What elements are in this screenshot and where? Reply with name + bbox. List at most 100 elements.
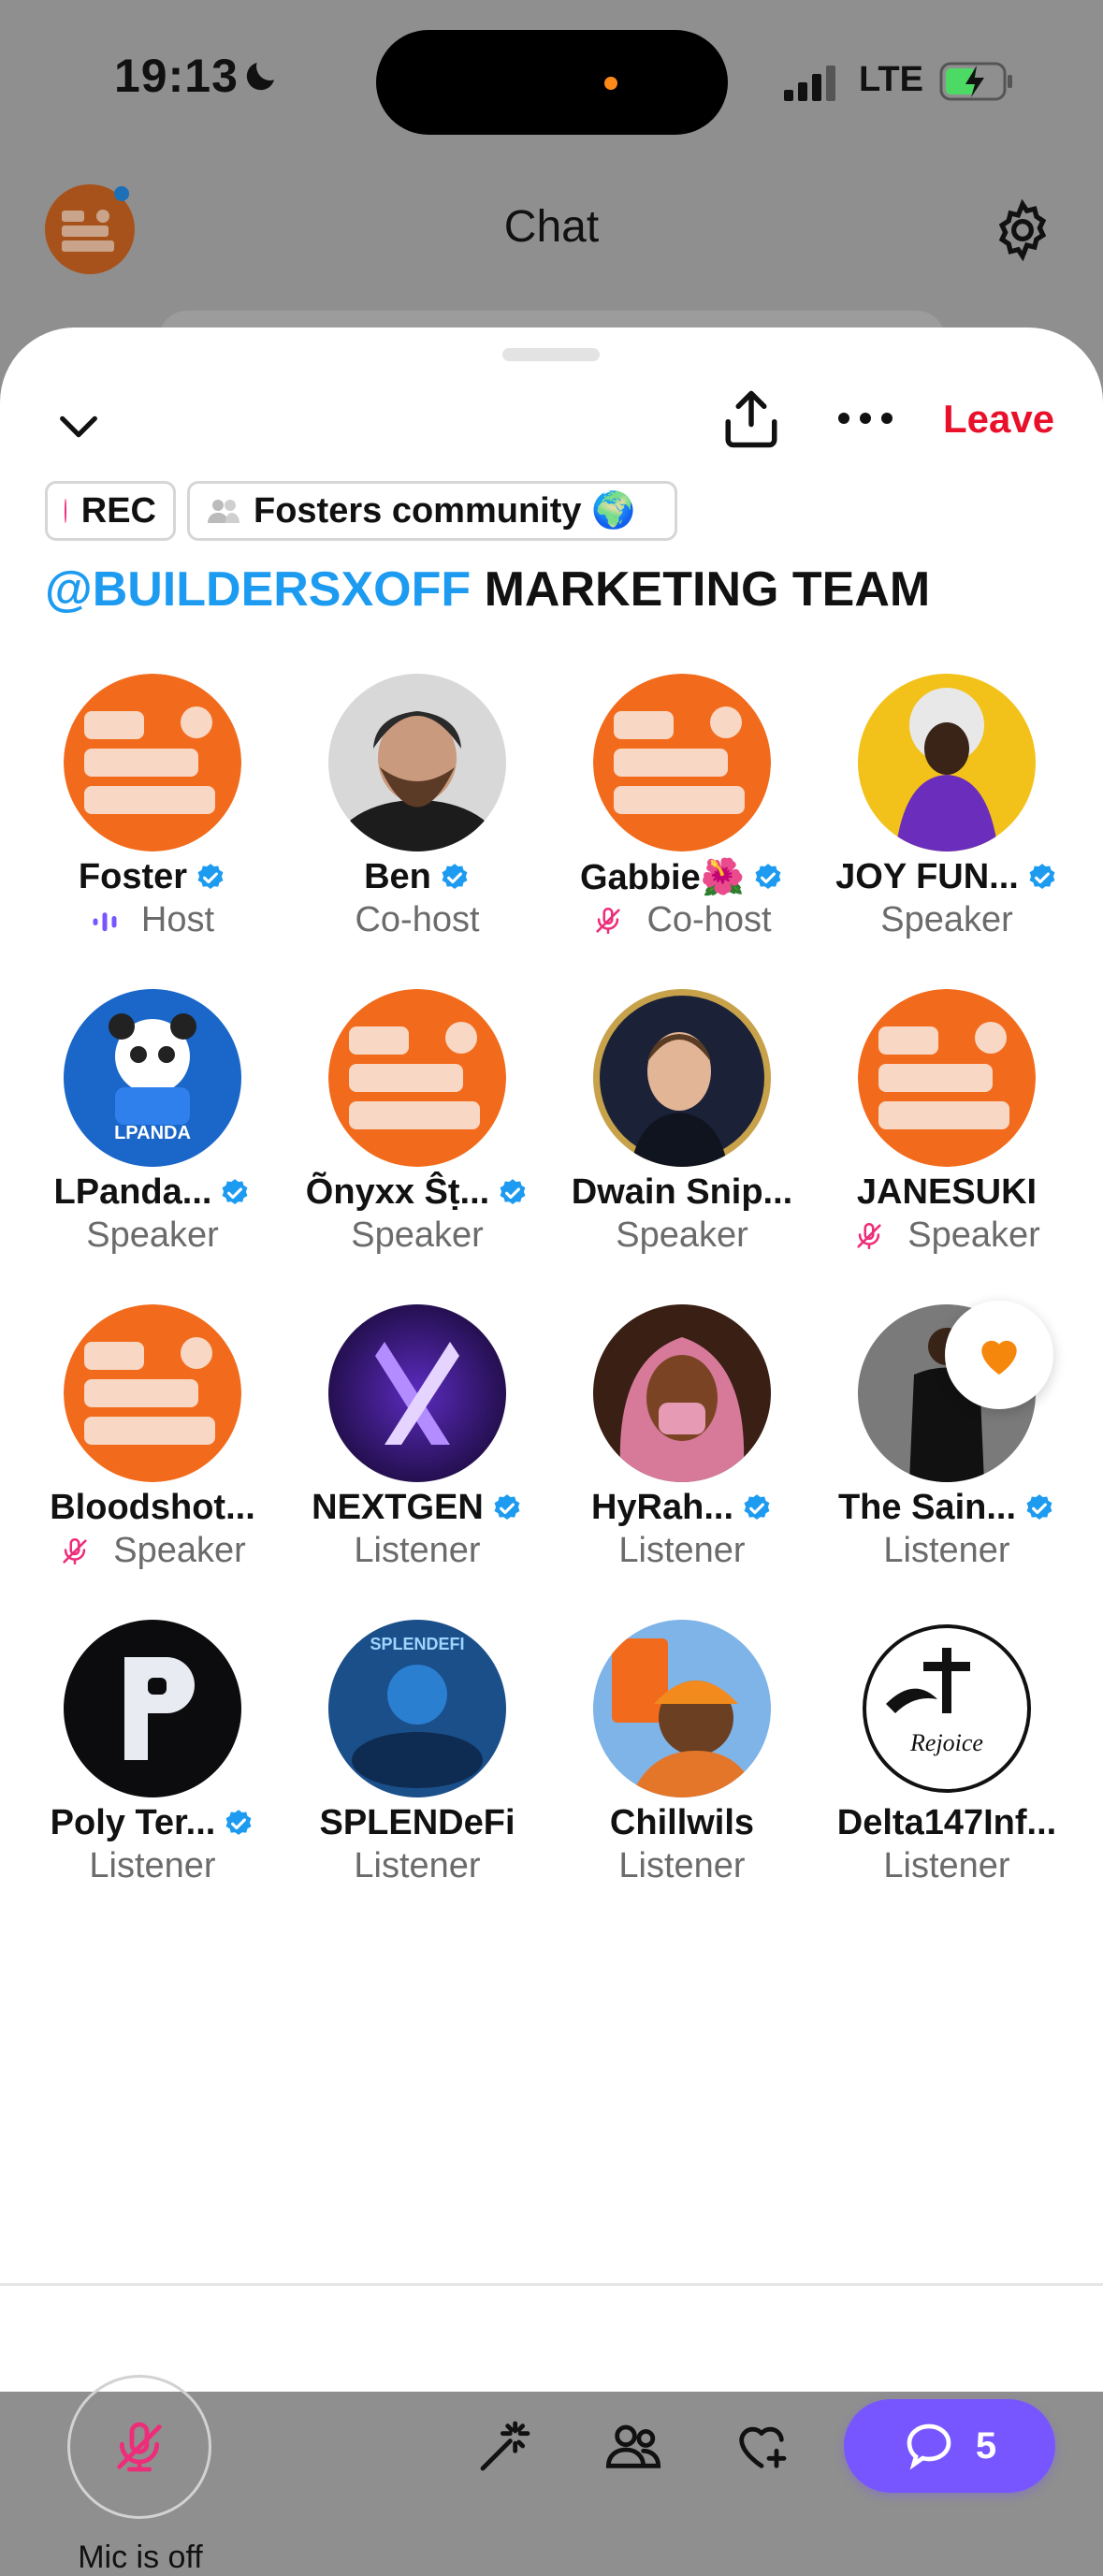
avatar-builders-logo[interactable]: [328, 989, 506, 1167]
network-label: LTE: [859, 60, 923, 99]
participant-role-row: Host: [21, 900, 284, 940]
more-options-icon[interactable]: [835, 404, 896, 432]
gear-icon[interactable]: [990, 197, 1055, 263]
participant-name: The Sain...: [837, 1488, 1017, 1527]
share-icon[interactable]: [720, 386, 782, 453]
participant-name: Dwain Snip...: [571, 1172, 793, 1212]
participant-cell[interactable]: LPANDA LPanda... Speaker: [21, 989, 284, 1270]
participant-role-row: Co-host: [550, 900, 814, 940]
participant-cell[interactable]: Rejoice Delta147Inf... Listener: [815, 1620, 1079, 1900]
participant-name: Bloodshot...: [50, 1488, 255, 1527]
participant-cell[interactable]: Gabbie🌺 Co-host: [550, 674, 814, 954]
participant-role-row: Co-host: [285, 900, 549, 940]
community-badge[interactable]: Fosters community 🌍: [187, 481, 677, 541]
participant-role-row: Listener: [815, 1531, 1079, 1571]
participant-name: LPanda...: [53, 1172, 212, 1212]
avatar-builders-logo[interactable]: [593, 674, 771, 851]
participant-role-row: Listener: [285, 1846, 549, 1886]
speaking-bars-icon: [91, 907, 130, 935]
participant-role-row: Speaker: [21, 1531, 284, 1571]
participant-name: Gabbie🌺: [579, 858, 746, 897]
participant-cell[interactable]: Õnyxx Ŝṭ... Speaker: [285, 989, 549, 1270]
rec-badge: REC: [45, 481, 176, 541]
status-bar: 19:13 LTE: [0, 0, 1103, 159]
verified-badge-icon: [741, 1492, 773, 1524]
participant-role: Speaker: [616, 1215, 748, 1255]
participant-name-row: Dwain Snip...: [550, 1172, 814, 1213]
participant-role: Co-host: [646, 900, 772, 939]
avatar-builders-logo[interactable]: [64, 674, 241, 851]
avatar-poly-p-logo[interactable]: [64, 1620, 241, 1797]
chat-bubble-icon: [907, 2423, 951, 2470]
heart-plus-icon[interactable]: [732, 2416, 791, 2476]
svg-text:Rejoice: Rejoice: [909, 1729, 983, 1756]
participant-name-row: The Sain...: [815, 1488, 1079, 1528]
participant-role-row: Speaker: [285, 1215, 549, 1256]
avatar-bearded-man-photo[interactable]: [328, 674, 506, 851]
avatar-builders-logo[interactable]: [858, 989, 1036, 1167]
drag-handle[interactable]: [502, 348, 600, 361]
participant-role: Speaker: [351, 1215, 484, 1255]
participant-name-row: Delta147Inf...: [815, 1803, 1079, 1843]
participant-name-row: NEXTGEN: [285, 1488, 549, 1528]
participant-name: NEXTGEN: [312, 1488, 484, 1527]
people-icon[interactable]: [603, 2416, 663, 2476]
participant-role: Speaker: [880, 900, 1013, 939]
participant-cell[interactable]: Dwain Snip... Speaker: [550, 989, 814, 1270]
participant-cell[interactable]: Foster Host: [21, 674, 284, 954]
avatar-suit-man-photo[interactable]: [593, 989, 771, 1167]
participant-name-row: Chillwils: [550, 1803, 814, 1843]
participant-cell[interactable]: HyRah... Listener: [550, 1304, 814, 1585]
verified-badge-icon: [219, 1177, 251, 1209]
participant-name-row: HyRah...: [550, 1488, 814, 1528]
rec-label: REC: [80, 490, 156, 531]
participant-cell[interactable]: SPLENDEFI SPLENDeFi Listener: [285, 1620, 549, 1900]
participant-cell[interactable]: JANESUKI Speaker: [815, 989, 1079, 1270]
participant-name: Foster: [78, 857, 188, 896]
participant-name-row: Õnyxx Ŝṭ...: [285, 1172, 549, 1213]
participant-name: HyRah...: [590, 1488, 734, 1527]
participant-cell[interactable]: Ben Co-host: [285, 674, 549, 954]
participant-cell[interactable]: JOY FUN... Speaker: [815, 674, 1079, 954]
avatar-nextgen-x-logo[interactable]: [328, 1304, 506, 1482]
avatar-pink-hijab-art[interactable]: [593, 1304, 771, 1482]
chat-count: 5: [975, 2424, 997, 2467]
participant-name-row: JANESUKI: [815, 1172, 1079, 1213]
leave-button[interactable]: Leave: [943, 397, 1054, 442]
space-title-handle[interactable]: @BUILDERSXOFF: [45, 562, 471, 617]
participant-role: Speaker: [907, 1215, 1040, 1255]
participant-role-row: Listener: [815, 1846, 1079, 1886]
verified-badge-icon: [223, 1808, 254, 1840]
participant-cell[interactable]: Bloodshot... Speaker: [21, 1304, 284, 1585]
participant-role-row: Listener: [550, 1846, 814, 1886]
battery-charging-icon: [939, 62, 1012, 101]
heart-icon: [981, 1340, 1017, 1375]
chevron-down-icon[interactable]: [54, 402, 103, 451]
participant-name-row: Foster: [21, 857, 284, 897]
participant-cell[interactable]: Poly Ter... Listener: [21, 1620, 284, 1900]
verified-badge-icon: [1026, 862, 1058, 894]
participant-cell[interactable]: NEXTGEN Listener: [285, 1304, 549, 1585]
divider: [0, 2283, 1103, 2286]
participant-name: JANESUKI: [856, 1172, 1038, 1212]
participant-name: JOY FUN...: [835, 857, 1019, 896]
avatar-purple-suit-art[interactable]: [858, 674, 1036, 851]
avatar-rejoice-gods-gift-logo[interactable]: Rejoice: [858, 1620, 1036, 1797]
rec-dot-icon: [65, 499, 66, 523]
avatar-builders-logo[interactable]: [64, 1304, 241, 1482]
participant-cell[interactable]: Chillwils Listener: [550, 1620, 814, 1900]
participant-role-row: Speaker: [21, 1215, 284, 1256]
avatar-lpanda-token[interactable]: LPANDA: [64, 989, 241, 1167]
moon-icon: [246, 63, 274, 91]
magic-wand-icon[interactable]: [475, 2416, 535, 2476]
mic-toggle-button[interactable]: [67, 2375, 211, 2519]
dynamic-island: [376, 30, 728, 135]
participant-name: Õnyxx Ŝṭ...: [305, 1172, 490, 1212]
avatar-splendefi-art[interactable]: SPLENDEFI: [328, 1620, 506, 1797]
participant-role: Listener: [883, 1846, 1010, 1885]
participant-name-row: LPanda...: [21, 1172, 284, 1213]
space-title-text: MARKETING TEAM: [471, 562, 931, 617]
avatar-builders-worker-art[interactable]: [593, 1620, 771, 1797]
participant-name: Chillwils: [609, 1803, 755, 1842]
chat-button[interactable]: 5: [844, 2399, 1055, 2493]
